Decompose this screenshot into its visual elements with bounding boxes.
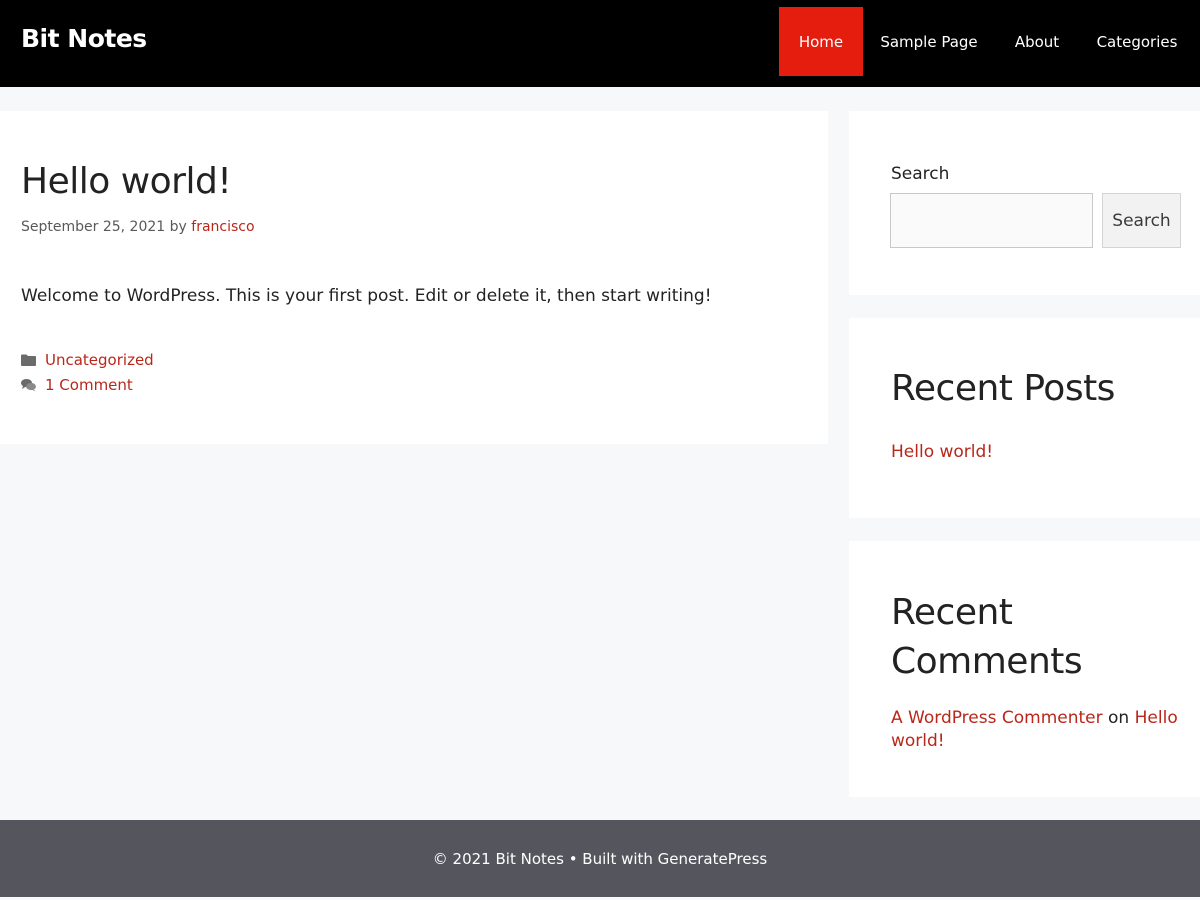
nav-item-home[interactable]: Home xyxy=(779,7,863,76)
search-input[interactable] xyxy=(890,193,1093,248)
folder-icon xyxy=(21,353,36,367)
recent-posts-widget xyxy=(849,318,1200,518)
post-comments-row: 1 Comment xyxy=(21,376,133,394)
recent-post-link[interactable]: Hello world! xyxy=(891,442,993,462)
footer-credits: © 2021 Bit Notes • Built with GeneratePr… xyxy=(432,849,768,868)
post-meta: September 25, 2021 by francisco xyxy=(21,219,255,235)
post-by-text: by xyxy=(169,219,187,235)
post-category-link[interactable]: Uncategorized xyxy=(45,351,154,369)
post-comments-link[interactable]: 1 Comment xyxy=(45,376,133,394)
site-title[interactable]: Bit Notes xyxy=(21,24,147,53)
post-date[interactable]: September 25, 2021 xyxy=(21,219,165,235)
comment-author-link[interactable]: A WordPress Commenter xyxy=(891,708,1103,728)
site-footer: © 2021 Bit Notes • Built with GeneratePr… xyxy=(0,820,1200,897)
post-category-row: Uncategorized xyxy=(21,351,154,369)
search-button[interactable]: Search xyxy=(1102,193,1181,248)
post-author-link[interactable]: francisco xyxy=(191,219,254,235)
recent-comment-item: A WordPress Commenter on Hello world! xyxy=(891,707,1181,753)
search-label: Search xyxy=(891,164,950,184)
site-header: Bit Notes Home Sample Page About Categor… xyxy=(0,0,1200,87)
recent-posts-title: Recent Posts xyxy=(891,368,1115,409)
main-navigation: Home Sample Page About Categories xyxy=(779,7,1200,76)
recent-comments-title: Recent Comments xyxy=(891,592,1083,682)
nav-item-about[interactable]: About xyxy=(995,7,1079,76)
comment-on-text: on xyxy=(1108,708,1130,728)
nav-item-categories[interactable]: Categories xyxy=(1079,7,1195,76)
comments-icon xyxy=(21,378,36,392)
nav-item-sample-page[interactable]: Sample Page xyxy=(863,7,995,76)
post-title[interactable]: Hello world! xyxy=(21,161,232,202)
post-body: Welcome to WordPress. This is your first… xyxy=(21,286,712,306)
